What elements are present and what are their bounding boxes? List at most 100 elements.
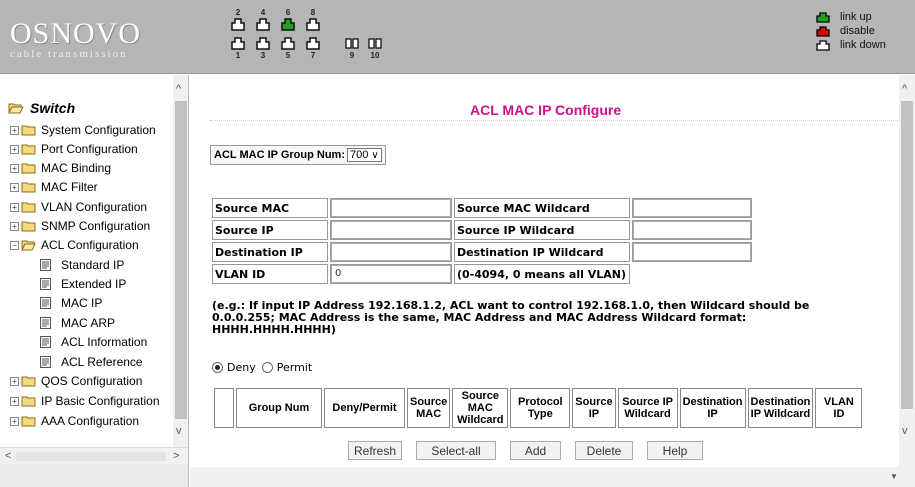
sidebar-item-system-configuration[interactable]: + System Configuration (10, 121, 156, 139)
destination-ip-label: Destination IP (212, 242, 328, 262)
expand-icon[interactable]: + (10, 163, 19, 173)
tree-root-switch[interactable]: Switch (8, 100, 75, 116)
port-5-icon[interactable] (281, 37, 295, 50)
col-destination-ip: Destination IP (679, 388, 746, 428)
sidebar-hscroll-thumb[interactable] (16, 452, 166, 461)
main-content: ACL MAC IP Configure ACL MAC IP Group Nu… (190, 75, 915, 487)
sidebar-item-port-configuration[interactable]: + Port Configuration (10, 140, 138, 158)
legend-link-up: link up (816, 10, 886, 24)
port-1-icon[interactable] (231, 37, 245, 50)
main-bottom-strip: ▼ (190, 467, 915, 487)
acl-form-table: Source MAC Source MAC Wildcard Source IP… (210, 196, 754, 286)
source-ip-label: Source IP (212, 220, 328, 240)
main-scroll-thumb[interactable] (901, 101, 913, 409)
fiber-port-10-icon[interactable] (368, 37, 382, 50)
destination-ip-input[interactable] (331, 243, 451, 261)
expand-icon[interactable]: + (10, 396, 19, 406)
sidebar-item-vlan-configuration[interactable]: + VLAN Configuration (10, 198, 147, 216)
nav-tree: Switch + System Configuration + Port Confi… (0, 75, 173, 447)
port-number-label: 5 (285, 51, 291, 60)
sidebar-item-mac-arp[interactable]: MAC ARP (40, 314, 115, 332)
expand-icon[interactable]: + (10, 125, 19, 135)
source-mac-input[interactable] (331, 199, 451, 217)
group-num-select[interactable]: 700 ∨ (346, 148, 382, 162)
permit-label: Permit (276, 361, 313, 374)
source-ip-input[interactable] (331, 221, 451, 239)
vlan-id-input[interactable]: 0 (331, 265, 451, 283)
delete-button[interactable]: Delete (575, 441, 633, 460)
port-4-icon[interactable] (256, 18, 270, 31)
port-3-icon[interactable] (256, 37, 270, 50)
link-down-icon (816, 39, 830, 51)
permit-radio[interactable] (261, 362, 273, 373)
folder-icon (21, 221, 36, 232)
sidebar-item-aaa-configuration[interactable]: + AAA Configuration (10, 412, 139, 430)
expand-icon[interactable]: + (10, 376, 19, 386)
source-ip-wildcard-input[interactable] (633, 221, 751, 239)
legend-link-up-label: link up (840, 11, 872, 23)
help-button[interactable]: Help (647, 441, 703, 460)
port-7-icon[interactable] (306, 37, 320, 50)
scroll-left-icon[interactable]: < (5, 450, 11, 462)
document-icon (40, 278, 51, 290)
sidebar-item-label: ACL Configuration (41, 238, 139, 252)
sidebar-item-label: Port Configuration (41, 142, 138, 156)
destination-ip-wildcard-label: Destination IP Wildcard (454, 242, 630, 262)
col-source-ip: Source IP (572, 388, 616, 428)
sidebar-item-acl-information[interactable]: ACL Information (40, 333, 147, 351)
acl-rules-table: Group Num Deny/Permit Source MAC Source … (212, 386, 864, 430)
select-all-button[interactable]: Select-all (416, 441, 496, 460)
scroll-right-icon[interactable]: > (173, 450, 179, 462)
expand-icon[interactable]: + (10, 182, 19, 192)
sidebar-item-ip-basic-configuration[interactable]: + IP Basic Configuration (10, 392, 160, 410)
legend-link-down: link down (816, 38, 886, 52)
sidebar-item-label: MAC Filter (41, 180, 98, 194)
scroll-down-icon[interactable]: v (902, 425, 908, 437)
expand-icon[interactable]: + (10, 144, 19, 154)
sidebar-item-extended-ip[interactable]: Extended IP (40, 275, 126, 293)
refresh-button[interactable]: Refresh (348, 441, 402, 460)
sidebar-scroll-thumb[interactable] (175, 101, 187, 419)
sidebar-item-standard-ip[interactable]: Standard IP (40, 256, 124, 274)
scroll-down-small-icon[interactable]: ▼ (890, 471, 898, 483)
sidebar-item-acl-configuration[interactable]: − ACL Configuration (10, 236, 139, 254)
collapse-icon[interactable]: − (10, 240, 19, 250)
group-num-selector: ACL MAC IP Group Num: 700 ∨ (210, 145, 386, 165)
sidebar-item-label: MAC Binding (41, 161, 112, 175)
fiber-port-9-icon[interactable] (345, 37, 359, 50)
disable-icon (816, 25, 830, 37)
sidebar-item-mac-ip[interactable]: MAC IP (40, 294, 102, 312)
sidebar-item-acl-reference[interactable]: ACL Reference (40, 353, 143, 371)
main-vertical-scrollbar[interactable]: ^ v (899, 75, 915, 475)
expand-icon[interactable]: + (10, 416, 19, 426)
sidebar-item-qos-configuration[interactable]: + QOS Configuration (10, 372, 142, 390)
port-number-label: 10 (370, 51, 380, 60)
source-ip-wildcard-label: Source IP Wildcard (454, 220, 630, 240)
sidebar-vertical-scrollbar[interactable]: ^ v (173, 75, 188, 447)
scroll-up-icon[interactable]: ^ (176, 83, 181, 95)
expand-icon[interactable]: + (10, 202, 19, 212)
add-button[interactable]: Add (510, 441, 561, 460)
expand-icon[interactable]: + (10, 221, 19, 231)
osnovo-logo: OSNOVO cable transmission (10, 17, 160, 61)
source-mac-wildcard-input[interactable] (633, 199, 751, 217)
port-2-icon[interactable] (231, 18, 245, 31)
sidebar-horizontal-scrollbar[interactable]: < > (0, 447, 188, 464)
port-6-icon[interactable] (281, 18, 295, 31)
document-icon (40, 336, 51, 348)
sidebar-item-snmp-configuration[interactable]: + SNMP Configuration (10, 217, 150, 235)
action-radio-group: Deny Permit (212, 361, 312, 374)
header-bar: OSNOVO cable transmission link up disabl… (0, 0, 915, 74)
deny-radio[interactable] (212, 362, 223, 373)
logo-text: OSNOVO (10, 17, 142, 50)
sidebar: Switch + System Configuration + Port Confi… (0, 75, 189, 487)
sidebar-item-mac-filter[interactable]: + MAC Filter (10, 178, 98, 196)
port-legend: link up disable link down (816, 10, 886, 52)
scroll-down-icon[interactable]: v (176, 425, 182, 437)
destination-ip-wildcard-input[interactable] (633, 243, 751, 261)
folder-icon (21, 182, 36, 193)
scroll-up-icon[interactable]: ^ (902, 83, 907, 95)
group-num-value: 700 (349, 149, 369, 161)
sidebar-item-mac-binding[interactable]: + MAC Binding (10, 159, 111, 177)
port-8-icon[interactable] (306, 18, 320, 31)
